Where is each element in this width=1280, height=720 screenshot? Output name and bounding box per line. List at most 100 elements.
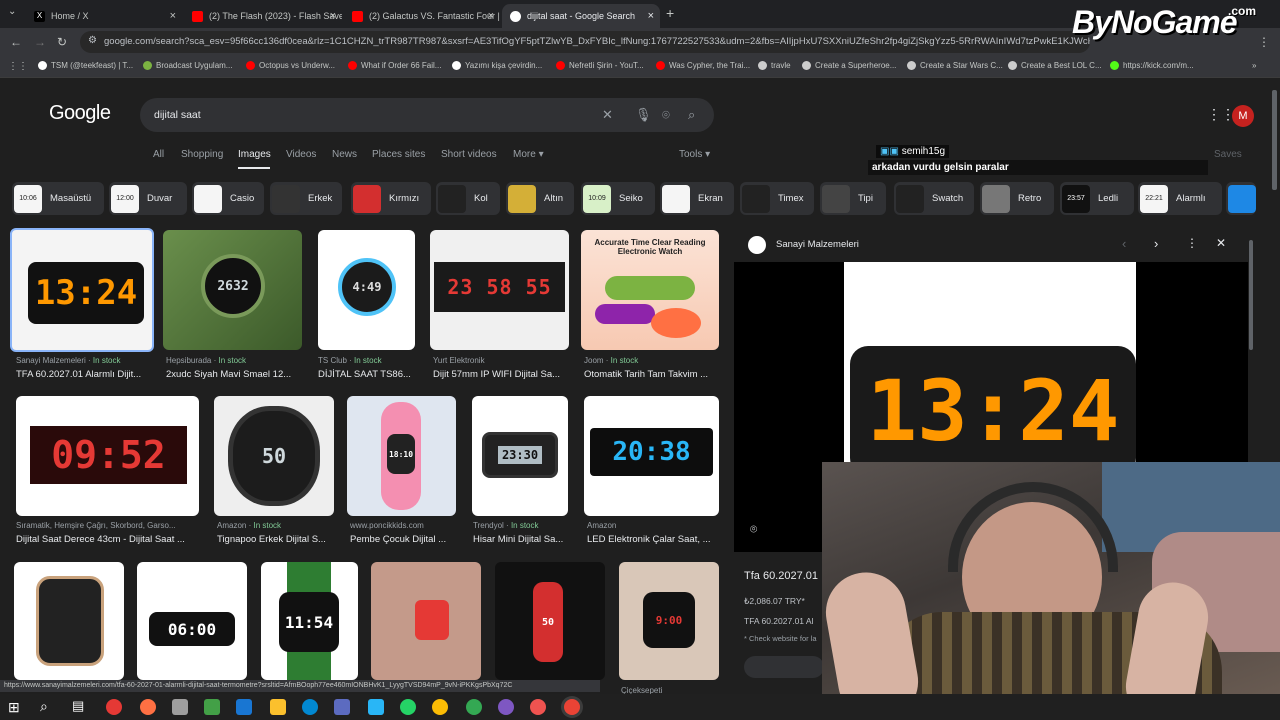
microphone-icon[interactable]: 🎙: [635, 107, 652, 123]
result-source[interactable]: Hepsiburada · In stock: [166, 356, 302, 365]
task-view-icon[interactable]: ▤: [72, 698, 84, 714]
lens-search-icon[interactable]: ⌾: [750, 522, 757, 537]
chip[interactable]: Kırmızı: [351, 182, 431, 215]
bookmark-item[interactable]: Create a Star Wars C...: [907, 61, 1003, 70]
app-icon[interactable]: [368, 699, 384, 715]
result-source[interactable]: Yurt Elektronik: [433, 356, 569, 365]
search-icon[interactable]: ⌕: [688, 107, 695, 123]
bookmark-item[interactable]: Yazımı kişa çevirdin...: [452, 61, 542, 70]
tab-search-icon[interactable]: ⌄: [8, 6, 16, 17]
result-title[interactable]: LED Elektronik Çalar Saat, ...: [587, 534, 719, 545]
back-icon[interactable]: ←: [10, 35, 22, 49]
tab-galactus[interactable]: (2) Galactus VS. Fantastic Four | ×: [344, 4, 500, 28]
chip[interactable]: 22:21 Alarmlı: [1138, 182, 1222, 215]
result-source[interactable]: Trendyol · In stock: [473, 521, 568, 530]
tab-videos[interactable]: Videos: [286, 149, 316, 160]
bookmark-item[interactable]: https://kick.com/m...: [1110, 61, 1194, 70]
tab-short-videos[interactable]: Short videos: [441, 149, 497, 160]
result-image[interactable]: 9:00: [619, 562, 719, 680]
tab-flash[interactable]: (2) The Flash (2023) - Flash Save ×: [184, 4, 342, 28]
result-image[interactable]: 23:30: [472, 396, 568, 516]
result-image[interactable]: 2632: [163, 230, 302, 350]
tab-places[interactable]: Places sites: [372, 149, 425, 160]
result-image[interactable]: 4:49: [318, 230, 415, 350]
close-panel-icon[interactable]: ✕: [1216, 236, 1226, 250]
close-icon[interactable]: ×: [170, 10, 176, 22]
result-title[interactable]: Tignapoo Erkek Dijital S...: [217, 534, 334, 545]
chip[interactable]: Casio: [192, 182, 264, 215]
panel-title[interactable]: Tfa 60.2027.01: [744, 570, 818, 582]
result-source[interactable]: Joom · In stock: [584, 356, 719, 365]
windows-start-icon[interactable]: ⊞: [8, 699, 20, 716]
site-info-icon[interactable]: ⚙: [88, 35, 97, 46]
chip[interactable]: 10:06 Masaüstü: [12, 182, 104, 215]
google-logo[interactable]: Google: [49, 102, 111, 125]
menu-icon[interactable]: ⋮: [1258, 35, 1270, 49]
result-source[interactable]: Amazon: [587, 521, 719, 530]
panel-scrollbar[interactable]: [1249, 240, 1253, 350]
close-icon[interactable]: ×: [488, 10, 494, 22]
chip[interactable]: 12:00 Duvar: [109, 182, 187, 215]
app-icon[interactable]: [334, 699, 350, 715]
bookmark-item[interactable]: Create a Superheroe...: [802, 61, 896, 70]
opera-icon[interactable]: [106, 699, 122, 715]
bookmark-item[interactable]: Octopus vs Underw...: [246, 61, 335, 70]
search-input[interactable]: dijital saat: [140, 98, 714, 132]
result-title[interactable]: DİJİTAL SAAT TS86...: [318, 369, 418, 380]
chip[interactable]: Retro: [980, 182, 1054, 215]
bookmark-item[interactable]: Create a Best LOL C...: [1008, 61, 1102, 70]
forward-icon[interactable]: →: [34, 35, 46, 49]
bookmark-item[interactable]: Nefretli Şirin - YouT...: [556, 61, 644, 70]
result-title[interactable]: 2xudc Siyah Mavi Smael 12...: [166, 369, 302, 380]
result-image[interactable]: 18:10: [347, 396, 456, 516]
chip[interactable]: Ekran: [660, 182, 734, 215]
chip[interactable]: [1226, 182, 1256, 215]
result-image[interactable]: 23 58 55: [430, 230, 569, 350]
tab-all[interactable]: All: [153, 149, 164, 160]
chip[interactable]: 23:57 Ledli: [1060, 182, 1134, 215]
chip[interactable]: Tipi: [820, 182, 886, 215]
tools-button[interactable]: Tools ▾: [679, 149, 710, 160]
store-icon[interactable]: [204, 699, 220, 715]
chip[interactable]: Timex: [740, 182, 814, 215]
result-title[interactable]: Hisar Mini Dijital Sa...: [473, 534, 568, 545]
result-image[interactable]: 50: [214, 396, 334, 516]
clear-icon[interactable]: ✕: [602, 107, 613, 123]
more-bookmarks-icon[interactable]: »: [1252, 61, 1256, 70]
bookmark-item[interactable]: What if Order 66 Fail...: [348, 61, 441, 70]
bookmark-item[interactable]: TSM (@teekfeast) | T...: [38, 61, 133, 70]
tab-google-search[interactable]: dijital saat - Google Search ×: [502, 4, 660, 28]
panel-source[interactable]: Sanayi Malzemeleri: [776, 239, 859, 250]
new-tab-icon[interactable]: +: [666, 5, 674, 21]
result-image[interactable]: 09:52: [16, 396, 199, 516]
chip[interactable]: Swatch: [894, 182, 974, 215]
result-title[interactable]: Dijit 57mm IP WIFI Dijital Sa...: [433, 369, 569, 380]
app-icon[interactable]: [236, 699, 252, 715]
result-title[interactable]: Pembe Çocuk Dijital ...: [350, 534, 456, 545]
chip[interactable]: Erkek: [270, 182, 342, 215]
result-title[interactable]: Otomatik Tarih Tam Takvim ...: [584, 369, 719, 380]
saves-button[interactable]: Saves: [1214, 149, 1242, 160]
avatar[interactable]: M: [1232, 105, 1254, 127]
file-explorer-icon[interactable]: [270, 699, 286, 715]
chrome-icon[interactable]: [466, 699, 482, 715]
result-image[interactable]: 11:54: [261, 562, 358, 680]
app-icon[interactable]: [172, 699, 188, 715]
tab-news[interactable]: News: [332, 149, 357, 160]
app-icon[interactable]: [530, 699, 546, 715]
search-icon[interactable]: ⌕: [40, 698, 48, 715]
prev-icon[interactable]: ‹: [1122, 236, 1126, 251]
result-title[interactable]: Dijital Saat Derece 43cm - Dijital Saat …: [16, 534, 199, 545]
whatsapp-icon[interactable]: [400, 699, 416, 715]
apps-icon[interactable]: ⋮⋮: [8, 61, 28, 72]
bookmark-item[interactable]: Broadcast Uygulam...: [143, 61, 232, 70]
result-title[interactable]: TFA 60.2027.01 Alarmlı Dijit...: [16, 369, 154, 380]
page-scrollbar[interactable]: [1272, 90, 1277, 190]
tab-images[interactable]: Images: [238, 149, 271, 160]
result-image-selected[interactable]: 13:24: [10, 228, 154, 352]
chip[interactable]: 10:09 Seiko: [581, 182, 655, 215]
chrome-icon[interactable]: [432, 699, 448, 715]
result-image[interactable]: 50: [495, 562, 605, 680]
edge-icon[interactable]: [302, 699, 318, 715]
result-source[interactable]: Sıramatik, Hemşire Çağrı, Skorbord, Gars…: [16, 521, 199, 530]
